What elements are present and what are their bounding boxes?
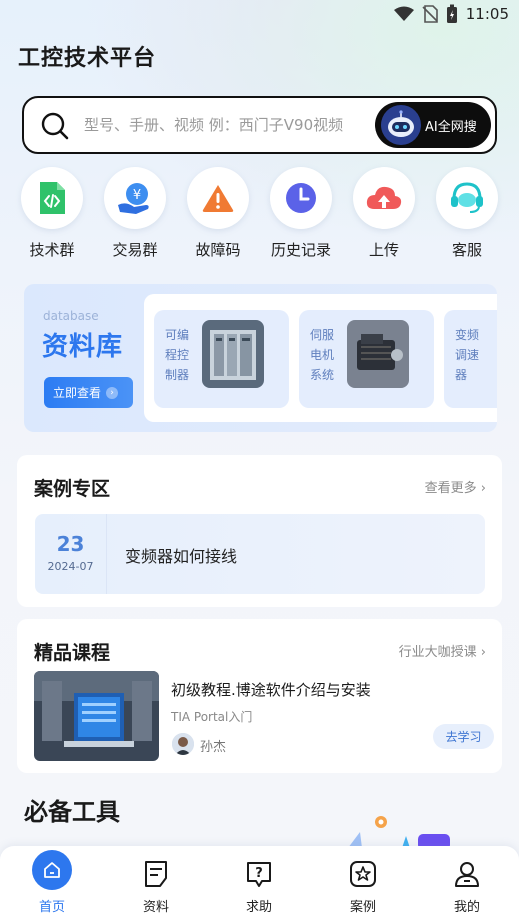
no-sim-icon <box>422 5 438 23</box>
nav-home[interactable]: 首页 <box>17 846 87 915</box>
course-section-title: 精品课程 <box>34 642 111 664</box>
headset-icon <box>451 182 483 213</box>
svg-text:?: ? <box>255 866 263 881</box>
bottom-nav: 首页 资料 ? 求助 案例 我的 <box>0 846 519 922</box>
nav-materials[interactable]: 资料 <box>121 846 191 915</box>
quick-nav-label: 客服 <box>451 241 482 259</box>
quick-nav: 技术群 ¥ 交易群 故障码 历史记录 上传 客服 <box>0 167 519 267</box>
course-section: 精品课程 行业大咖授课 › 初级教程.博途软件介绍与安装 TIA Portal入… <box>17 619 502 773</box>
database-category-list: 可编程控制器 伺服电机系统 变频调速器 <box>144 294 497 422</box>
page-title: 工控技术平台 <box>18 46 157 71</box>
chevron-right-icon: › <box>106 386 119 399</box>
database-label-en: database <box>43 309 99 323</box>
battery-charging-icon <box>446 4 457 23</box>
case-title: 变频器如何接线 <box>125 547 238 566</box>
course-more-link[interactable]: 行业大咖授课 › <box>399 641 486 660</box>
warning-icon <box>202 185 234 212</box>
database-item-label: 变频调速器 <box>455 328 480 382</box>
case-date: 23 2024-07 <box>35 514 107 594</box>
code-file-icon <box>40 182 65 214</box>
nav-help[interactable]: ? 求助 <box>224 846 294 915</box>
course-subtitle: TIA Portal入门 <box>171 710 253 724</box>
quick-nav-label: 上传 <box>368 241 399 259</box>
case-section: 案例专区 查看更多 › 23 2024-07 变频器如何接线 <box>17 455 502 607</box>
case-more-link[interactable]: 查看更多 › <box>425 477 486 496</box>
quick-nav-customer-service[interactable]: 客服 <box>427 167 507 260</box>
quick-nav-trade-group[interactable]: ¥ 交易群 <box>95 167 175 260</box>
nav-label: 首页 <box>38 900 65 915</box>
document-icon <box>136 854 176 894</box>
database-item-label: 可编程控制器 <box>165 328 190 382</box>
nav-label: 资料 <box>142 900 169 915</box>
status-bar: 11:05 <box>0 0 519 30</box>
tools-section-title: 必备工具 <box>24 798 120 826</box>
database-item-servo[interactable]: 伺服电机系统 <box>299 310 434 408</box>
svg-text:¥: ¥ <box>133 188 141 203</box>
avatar <box>172 733 194 755</box>
view-now-button[interactable]: 立即查看 › <box>44 377 133 408</box>
database-item-plc[interactable]: 可编程控制器 <box>154 310 289 408</box>
robot-icon <box>381 105 421 145</box>
quick-nav-upload[interactable]: 上传 <box>344 167 424 260</box>
case-item[interactable]: 23 2024-07 变频器如何接线 <box>35 514 485 594</box>
plc-image <box>202 320 264 388</box>
quick-nav-label: 故障码 <box>195 241 241 259</box>
nav-mine[interactable]: 我的 <box>432 846 502 915</box>
nav-label: 我的 <box>453 900 480 915</box>
user-icon <box>447 854 487 894</box>
servo-motor-image <box>347 320 409 388</box>
help-icon: ? <box>239 854 279 894</box>
database-banner: database 资料库 立即查看 › 可编程控制器 伺服电机系统 变频调速器 <box>24 284 497 432</box>
quick-nav-fault-code[interactable]: 故障码 <box>178 167 258 260</box>
search-icon[interactable] <box>40 111 70 141</box>
quick-nav-history[interactable]: 历史记录 <box>261 167 341 260</box>
course-teacher: 孙杰 <box>200 740 227 755</box>
course-name[interactable]: 初级教程.博途软件介绍与安装 <box>171 679 371 700</box>
wifi-icon <box>393 6 414 21</box>
nav-label: 案例 <box>349 900 376 915</box>
view-now-label: 立即查看 <box>53 386 102 400</box>
cloud-upload-icon <box>366 186 402 209</box>
yuan-hand-icon: ¥ <box>118 183 149 214</box>
case-section-title: 案例专区 <box>34 478 111 500</box>
course-thumbnail[interactable] <box>34 671 159 761</box>
ai-search-label: AI全网搜 <box>425 119 477 135</box>
star-badge-icon <box>343 854 383 894</box>
course-more-label: 行业大咖授课 <box>398 645 477 660</box>
nav-cases[interactable]: 案例 <box>328 846 398 915</box>
quick-nav-tech-group[interactable]: 技术群 <box>12 167 92 260</box>
quick-nav-label: 历史记录 <box>270 241 331 259</box>
start-learning-button[interactable]: 去学习 <box>433 724 494 749</box>
home-icon <box>32 850 72 890</box>
database-label-cn: 资料库 <box>42 332 124 362</box>
case-day: 23 <box>56 532 85 556</box>
nav-label: 求助 <box>245 900 272 915</box>
quick-nav-label: 交易群 <box>112 241 158 259</box>
ai-search-button[interactable]: AI全网搜 <box>375 102 491 148</box>
chevron-right-icon: › <box>480 645 486 660</box>
search-input[interactable] <box>84 112 384 138</box>
chevron-right-icon: › <box>480 481 486 496</box>
database-item-label: 伺服电机系统 <box>310 328 335 382</box>
tools-decoration-icon <box>348 816 450 848</box>
status-time: 11:05 <box>465 5 509 23</box>
clock-icon <box>286 183 316 213</box>
case-month: 2024-07 <box>47 560 94 573</box>
quick-nav-label: 技术群 <box>29 241 75 259</box>
database-item-inverter[interactable]: 变频调速器 <box>444 310 497 408</box>
search-bar[interactable]: AI全网搜 <box>22 96 497 154</box>
case-more-label: 查看更多 <box>424 481 477 496</box>
